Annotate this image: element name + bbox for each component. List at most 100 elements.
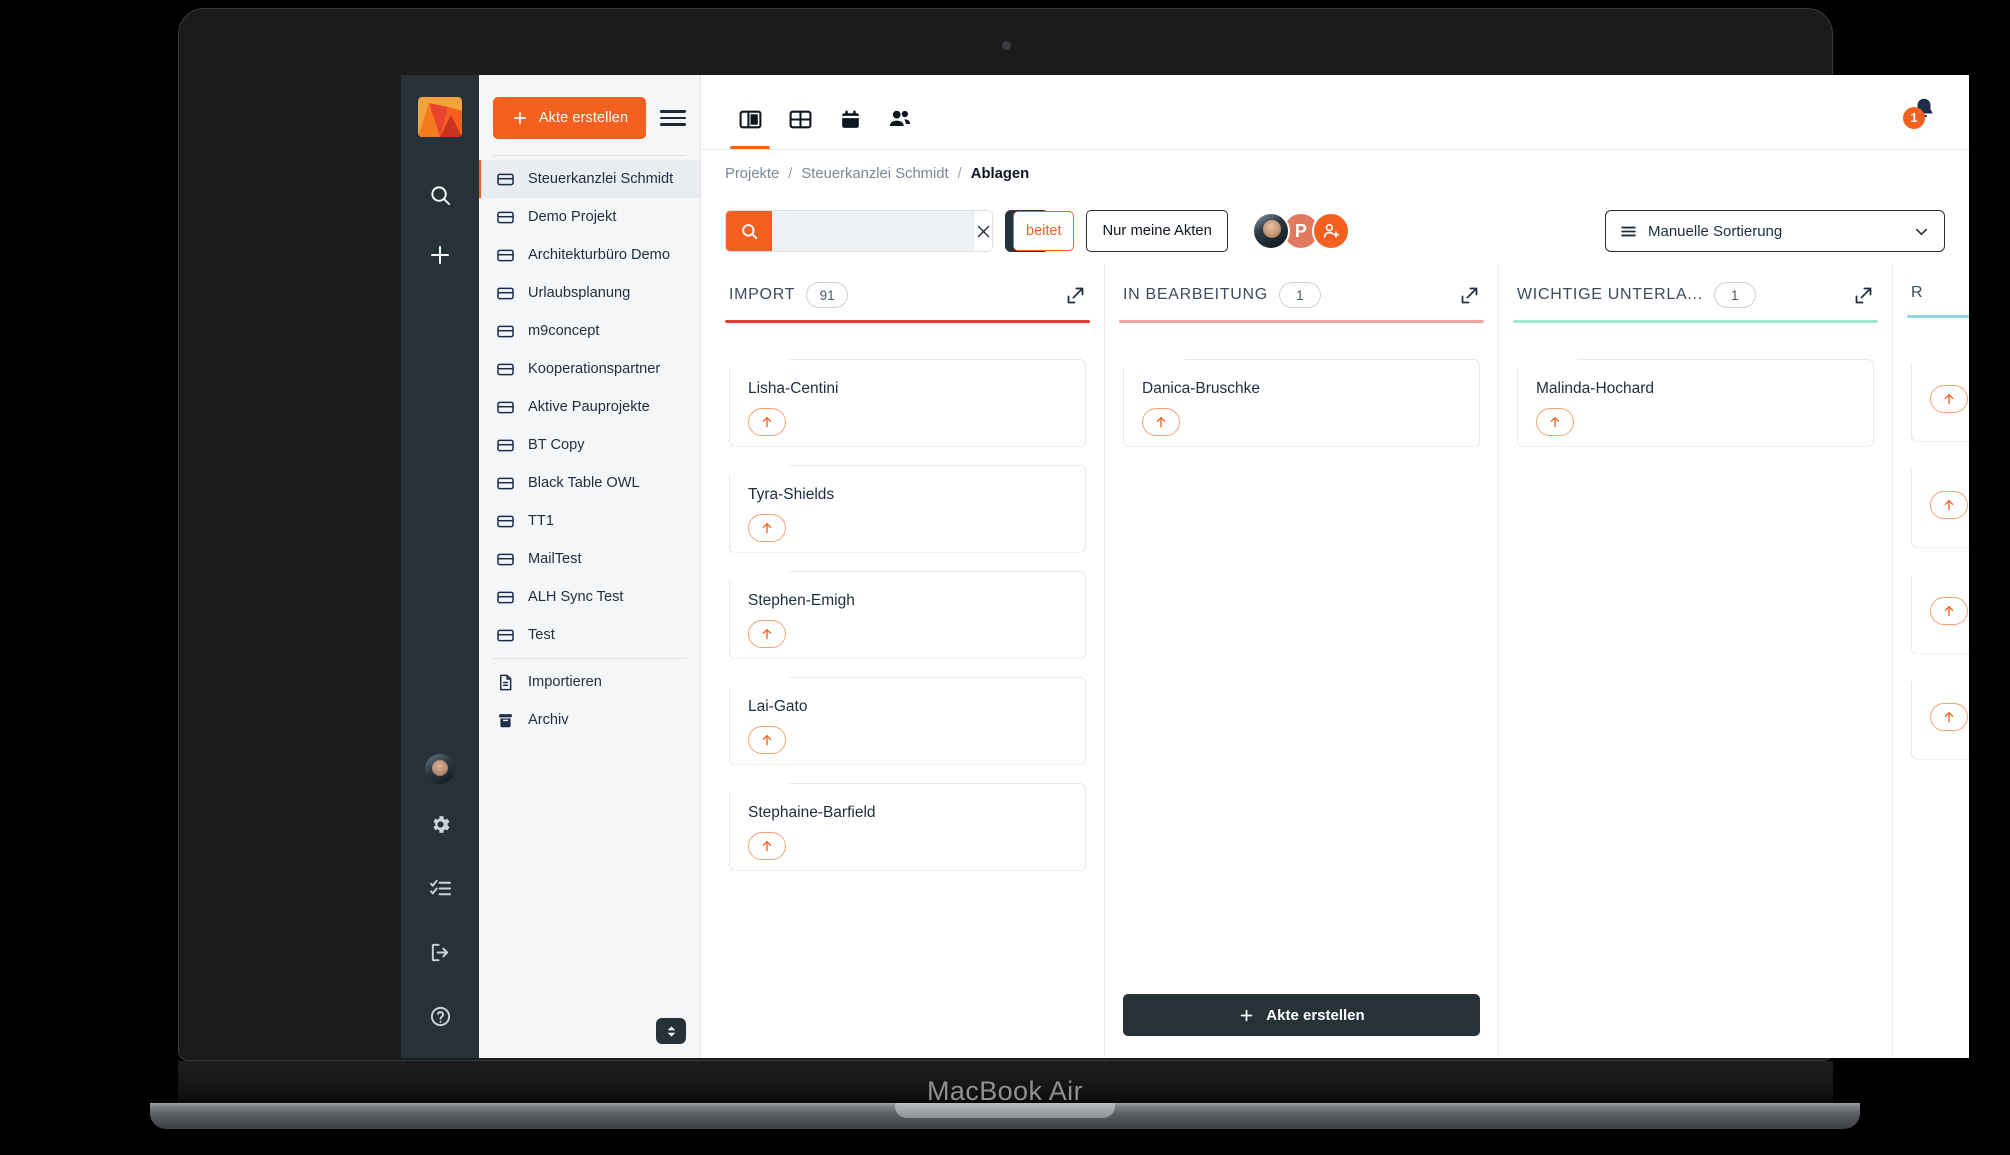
card-icon — [496, 208, 515, 227]
card-icon — [496, 626, 515, 645]
app-logo[interactable] — [418, 97, 462, 137]
column-expand-button[interactable] — [1459, 285, 1480, 306]
chip-edited-filter[interactable]: beitet — [1013, 211, 1075, 251]
card-icon — [497, 249, 514, 261]
sidebar-item-aktive-pauprojekte[interactable]: Aktive Pauprojekte — [479, 388, 700, 426]
sort-select-value: Manuelle Sortierung — [1648, 222, 1783, 240]
projects-sidebar: Akte erstellen Steuerkanzlei Schmidt Dem… — [479, 75, 701, 1058]
add-member-avatar[interactable] — [1311, 212, 1350, 250]
file-card[interactable]: Stephaine-Barfield — [729, 782, 1086, 871]
tab-table-view[interactable] — [775, 89, 825, 149]
file-card-move-up-button[interactable] — [1142, 407, 1180, 436]
file-card[interactable]: Danica-Bruschke — [1123, 358, 1480, 447]
breadcrumb-item-projekte[interactable]: Projekte — [725, 166, 779, 182]
file-card[interactable] — [1911, 353, 1969, 442]
file-card-move-up-button[interactable] — [748, 513, 786, 542]
breadcrumb-item-steuerkanzlei-schmidt[interactable]: Steuerkanzlei Schmidt — [801, 166, 948, 182]
column-header: WICHTIGE UNTERLA... 1 — [1513, 264, 1878, 320]
sidebar-item-label: Architekturbüro Demo — [528, 247, 670, 263]
chip-my-files-filter[interactable]: Nur meine Akten — [1086, 210, 1228, 252]
file-card-move-up-button[interactable] — [748, 407, 786, 436]
sidebar-item-bt-copy[interactable]: BT Copy — [479, 426, 700, 464]
gear-icon[interactable] — [416, 800, 464, 848]
notifications-button[interactable]: 1 — [1903, 95, 1943, 129]
file-card-move-up-button[interactable] — [748, 725, 786, 754]
search-icon[interactable] — [416, 171, 464, 219]
tab-board-view[interactable] — [725, 89, 775, 149]
member-avatars: P — [1251, 212, 1350, 250]
file-card[interactable]: Malinda-Hochard — [1517, 358, 1874, 447]
sidebar-item-test[interactable]: Test — [479, 616, 700, 654]
screen: Akte erstellen Steuerkanzlei Schmidt Dem… — [401, 75, 1969, 1058]
file-card-move-up-button[interactable] — [1930, 384, 1968, 413]
search-input[interactable] — [772, 211, 973, 251]
sidebar-item-mailtest[interactable]: MailTest — [479, 540, 700, 578]
sidebar-item-label: Test — [528, 627, 555, 643]
user-avatar[interactable] — [425, 754, 455, 784]
file-card-move-up-button[interactable] — [748, 619, 786, 648]
tab-calendar-view[interactable] — [825, 89, 875, 149]
user-plus-icon — [1323, 223, 1339, 238]
filter-bar: beitet Nur meine Akten P Manuelle Sortie… — [701, 198, 1969, 264]
archive-box-icon — [499, 713, 512, 727]
sidebar-resize-button[interactable] — [656, 1018, 686, 1044]
member-avatar-photo[interactable] — [1251, 212, 1290, 250]
sidebar-item-m9concept[interactable]: m9concept — [479, 312, 700, 350]
archive-box-icon — [496, 711, 515, 730]
column-cards — [1907, 318, 1969, 1059]
sidebar-item-black-table-owl[interactable]: Black Table OWL — [479, 464, 700, 502]
file-card[interactable] — [1911, 671, 1969, 760]
file-card-move-up-button[interactable] — [1930, 596, 1968, 625]
sidebar-item-demo-projekt[interactable]: Demo Projekt — [479, 198, 700, 236]
help-circle-icon[interactable] — [416, 992, 464, 1040]
column-expand-button[interactable] — [1065, 285, 1086, 306]
create-file-button[interactable]: Akte erstellen — [493, 97, 646, 139]
file-card-move-up-button[interactable] — [1930, 702, 1968, 731]
search-icon[interactable] — [726, 211, 772, 251]
board-column: R — [1907, 264, 1969, 1058]
card-icon — [496, 436, 515, 455]
plus-icon[interactable] — [416, 231, 464, 279]
expand-vertical-icon — [667, 1026, 675, 1036]
sidebar-item-steuerkanzlei-schmidt[interactable]: Steuerkanzlei Schmidt — [479, 160, 700, 198]
file-card-title: Stephaine-Barfield — [748, 803, 876, 821]
sidebar-item-label: Archiv — [528, 712, 569, 728]
file-card[interactable]: Stephen-Emigh — [729, 570, 1086, 659]
tab-contacts-view[interactable] — [875, 89, 925, 149]
hamburger-icon[interactable] — [660, 105, 686, 131]
file-card-move-up-button[interactable] — [748, 831, 786, 860]
column-create-file-button[interactable]: Akte erstellen — [1123, 994, 1480, 1036]
arrow-up-icon — [1944, 605, 1954, 616]
sidebar-item-alh-sync-test[interactable]: ALH Sync Test — [479, 578, 700, 616]
sidebar-item-label: TT1 — [528, 513, 554, 529]
app-window: Akte erstellen Steuerkanzlei Schmidt Dem… — [401, 75, 1969, 1058]
file-card-move-up-button[interactable] — [1536, 407, 1574, 436]
sidebar-item-archiv[interactable]: Archiv — [479, 701, 700, 739]
sort-select[interactable]: Manuelle Sortierung — [1605, 210, 1945, 252]
sidebar-item-importieren[interactable]: Importieren — [479, 663, 700, 701]
file-card[interactable] — [1911, 565, 1969, 654]
tasks-list-icon[interactable] — [416, 864, 464, 912]
file-card-title: Lai-Gato — [748, 697, 808, 715]
file-card[interactable]: Lai-Gato — [729, 676, 1086, 765]
sidebar-item-architekturb-ro-demo[interactable]: Architekturbüro Demo — [479, 236, 700, 274]
file-card[interactable]: Tyra-Shields — [729, 464, 1086, 553]
sidebar-item-label: MailTest — [528, 551, 582, 567]
file-card-move-up-button[interactable] — [1930, 490, 1968, 519]
column-cards: Lisha-Centini Tyra-Shields Stephen-Emigh… — [725, 323, 1090, 1059]
file-card-title: Malinda-Hochard — [1536, 379, 1655, 397]
clear-search-icon[interactable] — [973, 211, 992, 251]
create-file-button-label: Akte erstellen — [538, 110, 629, 126]
file-card[interactable]: Lisha-Centini — [729, 358, 1086, 447]
file-card[interactable] — [1911, 459, 1969, 548]
sidebar-item-tt1[interactable]: TT1 — [479, 502, 700, 540]
sidebar-item-label: Demo Projekt — [528, 209, 617, 225]
notification-badge: 1 — [1903, 107, 1925, 129]
file-card-title: Stephen-Emigh — [748, 591, 855, 609]
logout-icon[interactable] — [416, 928, 464, 976]
webcam — [1001, 41, 1011, 50]
sidebar-item-kooperationspartner[interactable]: Kooperationspartner — [479, 350, 700, 388]
column-title: IN BEARBEITUNG — [1123, 286, 1268, 303]
column-expand-button[interactable] — [1853, 285, 1874, 306]
sidebar-item-urlaubsplanung[interactable]: Urlaubsplanung — [479, 274, 700, 312]
